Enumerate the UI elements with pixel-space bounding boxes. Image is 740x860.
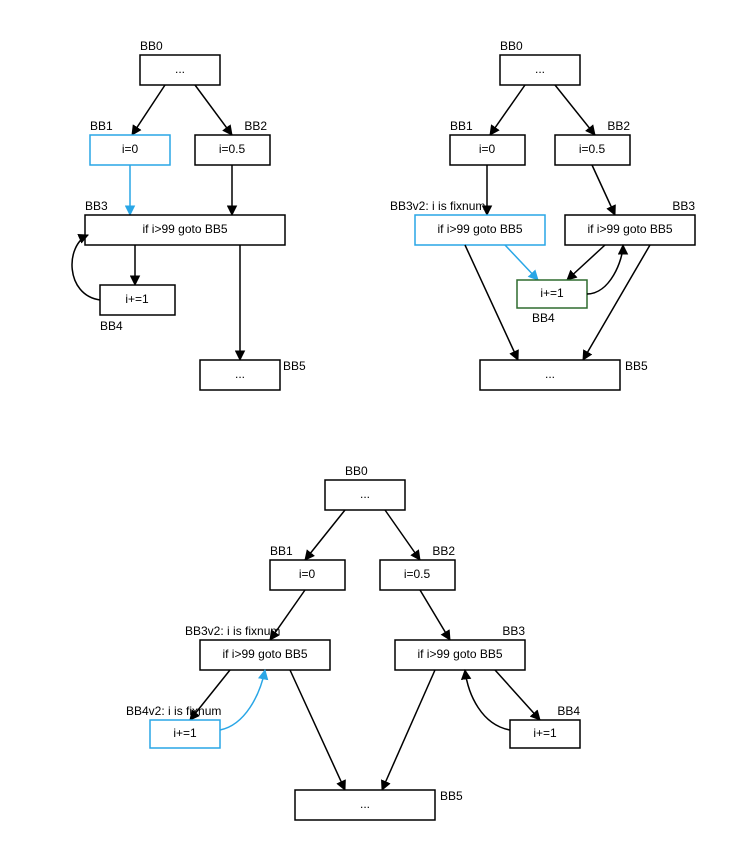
node-bb3: BB3 if i>99 goto BB5 bbox=[85, 199, 285, 245]
node-bb3: BB3 if i>99 goto BB5 bbox=[565, 199, 695, 245]
node-bb0: BB0 ... bbox=[500, 39, 580, 85]
label-bb2: BB2 bbox=[432, 544, 455, 558]
text-bb1: i=0 bbox=[299, 567, 316, 581]
edge-c-bb2-bb3 bbox=[420, 590, 450, 640]
label-bb5: BB5 bbox=[283, 359, 306, 373]
text-bb3: if i>99 goto BB5 bbox=[587, 222, 672, 236]
text-bb0: ... bbox=[175, 62, 185, 76]
diagram-a: BB0 ... BB1 i=0 BB2 i=0.5 BB3 if i>99 go… bbox=[72, 39, 306, 390]
node-bb4v2: BB4v2: i is fixnum i+=1 bbox=[126, 704, 221, 748]
node-bb5: BB5 ... bbox=[295, 789, 463, 820]
edge-a-bb0-bb1 bbox=[132, 85, 165, 135]
node-bb3v2: BB3v2: i is fixnum if i>99 goto BB5 bbox=[185, 624, 330, 670]
edge-b-bb3-bb5 bbox=[583, 245, 650, 360]
node-bb2: BB2 i=0.5 bbox=[195, 119, 270, 165]
node-bb0: BB0 ... bbox=[325, 464, 405, 510]
label-bb5: BB5 bbox=[625, 359, 648, 373]
text-bb2: i=0.5 bbox=[404, 567, 431, 581]
edge-b-bb0-bb1 bbox=[490, 85, 525, 135]
label-bb4: BB4 bbox=[100, 319, 123, 333]
text-bb4v2: i+=1 bbox=[173, 726, 197, 740]
text-bb5: ... bbox=[360, 797, 370, 811]
node-bb5: BB5 ... bbox=[480, 359, 648, 390]
text-bb5: ... bbox=[545, 367, 555, 381]
text-bb2: i=0.5 bbox=[579, 142, 606, 156]
label-bb1: BB1 bbox=[450, 119, 473, 133]
label-bb4: BB4 bbox=[532, 311, 555, 325]
text-bb2: i=0.5 bbox=[219, 142, 246, 156]
text-bb4: i+=1 bbox=[540, 286, 564, 300]
label-bb3: BB3 bbox=[672, 199, 695, 213]
text-bb1: i=0 bbox=[122, 142, 139, 156]
edge-c-bb3v2-bb5 bbox=[290, 670, 345, 790]
text-bb5: ... bbox=[235, 367, 245, 381]
label-bb1: BB1 bbox=[90, 119, 113, 133]
label-bb3v2: BB3v2: i is fixnum bbox=[390, 199, 485, 213]
node-bb0: BB0 ... bbox=[140, 39, 220, 85]
label-bb3: BB3 bbox=[85, 199, 108, 213]
edge-c-bb4v2-bb3v2 bbox=[220, 670, 265, 730]
text-bb3v2: if i>99 goto BB5 bbox=[437, 222, 522, 236]
diagram-b: BB0 ... BB1 i=0 BB2 i=0.5 BB3v2: i is fi… bbox=[390, 39, 695, 390]
label-bb3: BB3 bbox=[502, 624, 525, 638]
label-bb0: BB0 bbox=[345, 464, 368, 478]
text-bb4: i+=1 bbox=[533, 726, 557, 740]
text-bb3: if i>99 goto BB5 bbox=[142, 222, 227, 236]
node-bb2: BB2 i=0.5 bbox=[380, 544, 455, 590]
edge-c-bb0-bb2 bbox=[385, 510, 420, 560]
edge-c-bb3-bb4 bbox=[495, 670, 540, 720]
edge-b-bb3-bb4 bbox=[567, 245, 605, 280]
edge-a-bb0-bb2 bbox=[195, 85, 232, 135]
edge-b-bb3v2-bb4 bbox=[505, 245, 538, 280]
edge-c-bb0-bb1 bbox=[305, 510, 345, 560]
edge-c-bb3-bb5 bbox=[382, 670, 435, 790]
label-bb0: BB0 bbox=[140, 39, 163, 53]
label-bb0: BB0 bbox=[500, 39, 523, 53]
label-bb2: BB2 bbox=[607, 119, 630, 133]
text-bb0: ... bbox=[360, 487, 370, 501]
label-bb4v2: BB4v2: i is fixnum bbox=[126, 704, 221, 718]
node-bb4: i+=1 BB4 bbox=[100, 285, 175, 333]
edge-b-bb0-bb2 bbox=[555, 85, 595, 135]
node-bb5: BB5 ... bbox=[200, 359, 306, 390]
edge-b-bb4-bb3 bbox=[587, 245, 623, 294]
text-bb0: ... bbox=[535, 62, 545, 76]
node-bb2: BB2 i=0.5 bbox=[555, 119, 630, 165]
text-bb1: i=0 bbox=[479, 142, 496, 156]
text-bb3: if i>99 goto BB5 bbox=[417, 647, 502, 661]
node-bb3v2: BB3v2: i is fixnum if i>99 goto BB5 bbox=[390, 199, 545, 245]
node-bb1: BB1 i=0 bbox=[450, 119, 525, 165]
node-bb4: BB4 i+=1 bbox=[510, 704, 580, 748]
diagram-c: BB0 ... BB1 i=0 BB2 i=0.5 BB3v2: i is fi… bbox=[126, 464, 580, 820]
node-bb3: BB3 if i>99 goto BB5 bbox=[395, 624, 525, 670]
node-bb1: BB1 i=0 bbox=[270, 544, 345, 590]
label-bb4: BB4 bbox=[557, 704, 580, 718]
label-bb1: BB1 bbox=[270, 544, 293, 558]
edge-b-bb3v2-bb5 bbox=[465, 245, 518, 360]
node-bb4: i+=1 BB4 bbox=[517, 280, 587, 325]
label-bb5: BB5 bbox=[440, 789, 463, 803]
label-bb3v2: BB3v2: i is fixnum bbox=[185, 624, 280, 638]
text-bb3v2: if i>99 goto BB5 bbox=[222, 647, 307, 661]
edge-b-bb2-bb3 bbox=[592, 165, 615, 215]
text-bb4: i+=1 bbox=[125, 292, 149, 306]
label-bb2: BB2 bbox=[244, 119, 267, 133]
node-bb1: BB1 i=0 bbox=[90, 119, 170, 165]
